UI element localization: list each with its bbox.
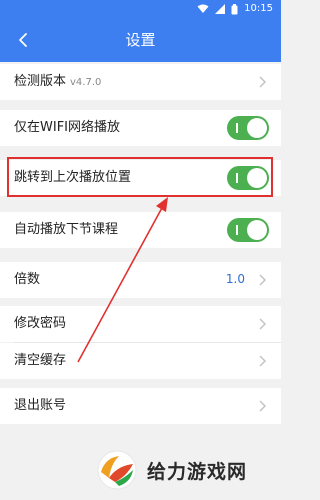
app-header: 设置 <box>0 18 281 62</box>
status-icons: 10:15 <box>197 3 273 15</box>
version-text: v4.7.0 <box>70 76 102 88</box>
chevron-right-icon <box>259 274 267 286</box>
change-password-label: 修改密码 <box>14 316 67 331</box>
wifi-only-label: 仅在WIFI网络播放 <box>14 120 120 135</box>
speed-label: 倍数 <box>14 272 41 287</box>
chevron-right-icon <box>259 355 267 367</box>
autoplay-next-toggle[interactable] <box>227 218 269 242</box>
chevron-right-icon <box>259 76 267 88</box>
chevron-right-icon <box>259 400 267 412</box>
settings-row-check-version[interactable]: 检测版本 v4.7.0 <box>0 64 281 100</box>
status-bar: 10:15 <box>0 0 281 18</box>
highlight-box <box>7 157 273 197</box>
settings-row-wifi-only: 仅在WIFI网络播放 <box>0 110 281 146</box>
wifi-only-toggle[interactable] <box>227 116 269 140</box>
toggle-knob <box>247 118 267 138</box>
chevron-right-icon <box>259 318 267 330</box>
battery-icon <box>231 3 238 15</box>
status-time: 10:15 <box>244 3 273 14</box>
page-title: 设置 <box>125 31 156 49</box>
autoplay-next-label: 自动播放下节课程 <box>14 222 119 237</box>
signal-icon <box>215 4 226 14</box>
toggle-on-mark <box>236 225 238 235</box>
watermark-text: 给力游戏网 <box>147 460 248 483</box>
toggle-on-mark <box>236 123 238 133</box>
watermark-logo-icon <box>97 450 137 490</box>
settings-row-change-password[interactable]: 修改密码 <box>0 306 281 342</box>
wifi-icon <box>197 4 209 14</box>
check-version-label: 检测版本 v4.7.0 <box>14 74 101 91</box>
watermark: 给力游戏网 <box>95 448 247 492</box>
toggle-knob <box>247 220 267 240</box>
logout-label: 退出账号 <box>14 398 67 413</box>
settings-row-autoplay-next: 自动播放下节课程 <box>0 212 281 248</box>
settings-row-logout[interactable]: 退出账号 <box>0 388 281 424</box>
settings-row-clear-cache[interactable]: 清空缓存 <box>0 343 281 379</box>
speed-value: 1.0 <box>225 272 245 286</box>
check-version-text: 检测版本 <box>14 73 67 89</box>
settings-row-speed[interactable]: 倍数 1.0 <box>0 262 281 298</box>
clear-cache-label: 清空缓存 <box>14 353 67 368</box>
